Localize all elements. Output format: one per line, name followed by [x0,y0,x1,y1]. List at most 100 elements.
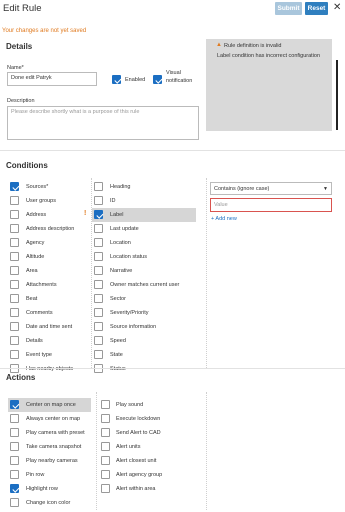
condition-option-label: Details [26,338,43,344]
value-input[interactable]: Value [210,198,332,212]
action-option-label: Take camera snapshot [26,444,82,450]
column-separator [96,392,97,510]
condition-option-label: Heading [110,184,131,190]
condition-option-label: Event type [26,352,52,358]
condition-option-checkbox[interactable] [10,238,19,247]
action-option-checkbox[interactable] [10,428,19,437]
action-option-label: Alert closest unit [116,458,157,464]
name-input[interactable]: Done edit Patryk [7,72,97,86]
action-option-checkbox[interactable] [10,442,19,451]
close-icon[interactable]: ✕ [333,2,341,13]
description-textarea[interactable]: Please describe shortly what is a purpos… [7,106,199,140]
action-option-label: Change icon color [26,500,71,506]
condition-option-checkbox[interactable] [94,294,103,303]
action-option-checkbox[interactable] [101,456,110,465]
actions-section-title: Actions [6,373,36,382]
action-option-checkbox[interactable] [101,442,110,451]
validation-message: Label condition has incorrect configurat… [217,53,321,59]
condition-option-label: Label [110,212,124,218]
column-separator [206,392,207,510]
operator-select-value: Contains (ignore case) [214,186,270,192]
unsaved-warning: Your changes are not yet saved [2,28,87,34]
condition-option-label: Sources* [26,184,49,190]
condition-option-checkbox[interactable] [10,350,19,359]
condition-option-label: Address description [26,226,75,232]
divider [0,150,345,151]
condition-option-checkbox[interactable] [94,322,103,331]
action-option-checkbox[interactable] [10,400,19,409]
column-separator [91,178,92,368]
divider [0,368,345,369]
condition-option-checkbox[interactable] [10,182,19,191]
enabled-checkbox[interactable] [112,75,121,84]
enabled-label: Enabled [125,77,146,83]
condition-option-label: ID [110,198,116,204]
validation-info-box: ▲ Rule definition is invalid Label condi… [206,39,332,131]
condition-option-checkbox[interactable] [94,266,103,275]
condition-option-checkbox[interactable] [10,294,19,303]
condition-option-checkbox[interactable] [94,238,103,247]
condition-option-label: Sector [110,296,126,302]
submit-button[interactable]: Submit [275,2,302,15]
condition-option-checkbox[interactable] [94,196,103,205]
action-option-checkbox[interactable] [101,428,110,437]
condition-option-checkbox[interactable] [94,308,103,317]
visual-notification-checkbox[interactable] [153,75,162,84]
action-option-checkbox[interactable] [10,470,19,479]
condition-option-checkbox[interactable] [94,252,103,261]
condition-option-checkbox[interactable] [10,266,19,275]
action-option-checkbox[interactable] [101,484,110,493]
validation-title: Rule definition is invalid [224,43,282,49]
condition-option-label: Date and time sent [26,324,73,330]
action-option-label: Pin row [26,472,45,478]
action-option-checkbox[interactable] [101,470,110,479]
condition-option-label: Source information [110,324,157,330]
scrollbar[interactable] [336,60,338,130]
condition-option-checkbox[interactable] [94,210,103,219]
condition-option-label: Status [110,366,126,372]
condition-option-checkbox[interactable] [10,308,19,317]
operator-select[interactable]: Contains (ignore case) ▼ [210,182,332,195]
condition-option-checkbox[interactable] [10,322,19,331]
condition-option-label: Attachments [26,282,57,288]
condition-option-label: Agency [26,240,45,246]
action-option-label: Play camera with preset [26,430,85,436]
condition-option-label: State [110,352,123,358]
chevron-down-icon: ▼ [323,186,328,192]
condition-option-checkbox[interactable] [10,280,19,289]
description-label: Description [7,98,35,104]
reset-button[interactable]: Reset [305,2,328,15]
condition-option-checkbox[interactable] [10,336,19,345]
condition-option-checkbox[interactable] [94,224,103,233]
condition-option-checkbox[interactable] [94,182,103,191]
visual-notification-label-line2: notification [166,78,193,84]
condition-option-label: Last update [110,226,139,232]
details-section-title: Details [6,42,33,51]
add-new-link[interactable]: + Add new [211,216,237,222]
condition-option-checkbox[interactable] [94,350,103,359]
condition-option-label: Severity/Priority [110,310,149,316]
condition-option-label: Location [110,240,131,246]
action-option-checkbox[interactable] [101,414,110,423]
warning-icon: ▲ [216,42,222,48]
name-label: Name* [7,65,24,71]
action-option-checkbox[interactable] [10,498,19,507]
action-option-label: Play sound [116,402,144,408]
condition-option-label: Owner matches current user [110,282,180,288]
condition-option-checkbox[interactable] [94,280,103,289]
action-option-checkbox[interactable] [10,484,19,493]
action-option-label: Execute lockdown [116,416,161,422]
condition-option-checkbox[interactable] [10,210,19,219]
action-option-checkbox[interactable] [10,456,19,465]
condition-option-checkbox[interactable] [10,196,19,205]
condition-option-label: Altitude [26,254,45,260]
condition-option-checkbox[interactable] [10,224,19,233]
action-option-checkbox[interactable] [10,414,19,423]
condition-option-label: User groups [26,198,56,204]
description-placeholder: Please describe shortly what is a purpos… [11,109,140,115]
condition-option-checkbox[interactable] [10,252,19,261]
action-option-label: Alert units [116,444,141,450]
conditions-section-title: Conditions [6,161,48,170]
condition-option-checkbox[interactable] [94,336,103,345]
action-option-checkbox[interactable] [101,400,110,409]
